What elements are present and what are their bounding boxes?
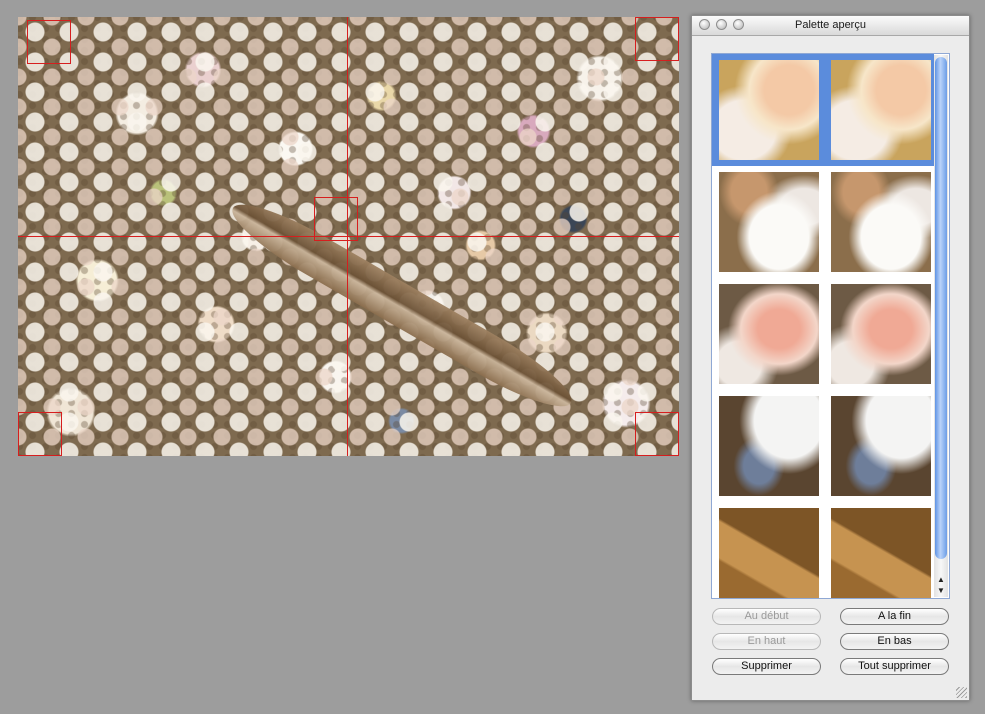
thumbnail-row[interactable] (712, 166, 934, 278)
sample-marker-center[interactable] (314, 197, 358, 241)
thumbnail-processed (831, 172, 931, 272)
sample-marker-bottom-left[interactable] (18, 412, 62, 456)
thumbnail-row[interactable] (712, 502, 934, 598)
thumbnail-processed (831, 508, 931, 598)
preview-image[interactable] (18, 17, 679, 456)
thumbnail-original (719, 172, 819, 272)
palette-window: Palette aperçu ▲ ▼ Au début A la fin En … (691, 15, 970, 701)
scrollbar-thumb[interactable] (935, 57, 947, 559)
thumbnail-processed (831, 284, 931, 384)
window-title: Palette aperçu (795, 19, 866, 31)
en-bas-button[interactable]: En bas (840, 633, 949, 650)
title-bar[interactable]: Palette aperçu (692, 16, 969, 36)
scroll-up-arrow-icon[interactable]: ▲ (937, 576, 945, 584)
thumbnail-original (719, 396, 819, 496)
a-la-fin-button[interactable]: A la fin (840, 608, 949, 625)
tout-supprimer-button[interactable]: Tout supprimer (840, 658, 949, 675)
thumbnail-original (719, 284, 819, 384)
scroll-down-arrow-icon[interactable]: ▼ (937, 587, 945, 595)
resize-grip-icon[interactable] (956, 687, 967, 698)
thumbnail-row[interactable] (712, 390, 934, 502)
thumbnail-row[interactable] (712, 54, 934, 166)
thumbnail-list[interactable]: ▲ ▼ (711, 53, 950, 599)
en-haut-button[interactable]: En haut (712, 633, 821, 650)
thumbnail-original (719, 60, 819, 160)
vertical-scrollbar[interactable]: ▲ ▼ (934, 55, 948, 597)
thumbnail-processed (831, 396, 931, 496)
sample-marker-bottom-right[interactable] (635, 412, 679, 456)
thumbnail-row[interactable] (712, 278, 934, 390)
sample-marker-top-right[interactable] (635, 17, 679, 61)
thumbnail-original (719, 508, 819, 598)
thumbnail-processed (831, 60, 931, 160)
au-debut-button[interactable]: Au début (712, 608, 821, 625)
supprimer-button[interactable]: Supprimer (712, 658, 821, 675)
sample-marker-top-left[interactable] (27, 20, 71, 64)
